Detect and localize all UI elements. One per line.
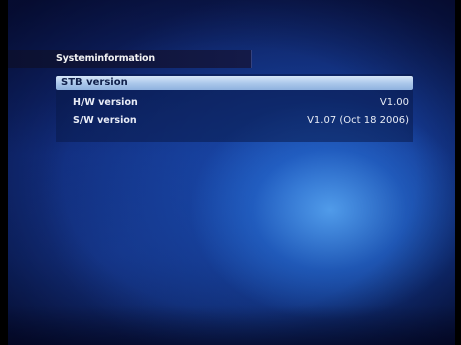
hw-version-label: H/W version xyxy=(73,97,138,108)
hw-version-value: V1.00 xyxy=(379,97,409,108)
page-title: Systeminformation xyxy=(56,53,155,64)
left-border xyxy=(0,0,8,345)
background-shade xyxy=(0,305,461,345)
menu-item-label: STB version xyxy=(61,77,128,88)
sw-version-label: S/W version xyxy=(73,115,137,126)
tv-screen: Systeminformation STB version H/W versio… xyxy=(0,0,461,345)
right-border xyxy=(455,0,461,345)
sw-version-value: V1.07 (Oct 18 2006) xyxy=(307,115,409,126)
